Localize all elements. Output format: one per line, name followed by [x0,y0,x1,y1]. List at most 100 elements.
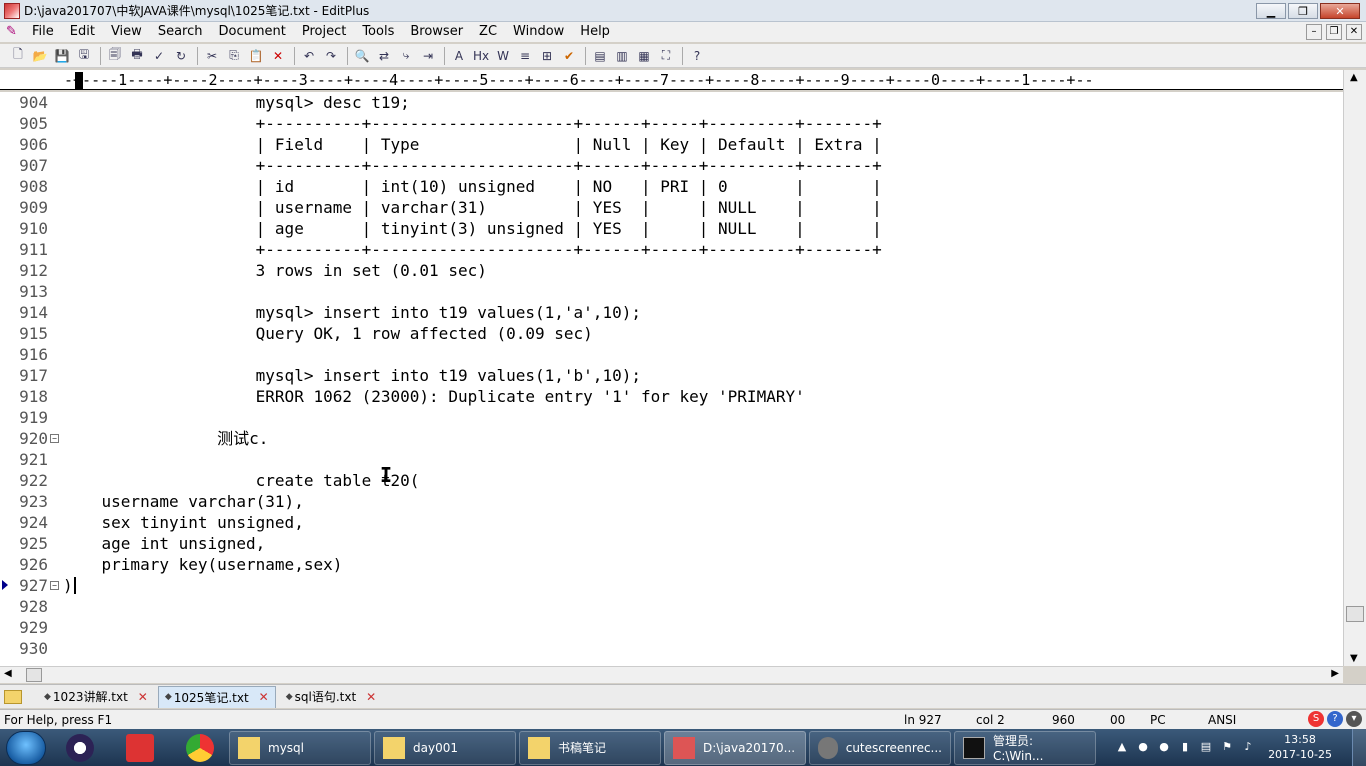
hbuilder-icon [126,733,154,762]
browser-icon[interactable]: ▤ [590,46,610,66]
status-line: ln 927 [904,713,942,727]
copy-icon[interactable]: ⎘ [224,46,244,66]
line-text: +----------+---------------------+------… [63,240,882,259]
fullscreen-icon[interactable]: ⛶ [656,46,676,66]
open-file-icon[interactable]: 📂 [30,46,50,66]
redo-icon[interactable]: ↷ [321,46,341,66]
menu-window[interactable]: Window [505,22,572,42]
menu-search[interactable]: Search [150,22,211,42]
print-preview-icon[interactable]: 🗐 [105,46,125,66]
taskbar-book-notes-folder[interactable]: 书稿笔记 [519,730,661,765]
menu-project[interactable]: Project [294,22,354,42]
tab-1023-lecture[interactable]: ◆ 1023讲解.txt ✕ [38,686,154,708]
doc-minimize-icon[interactable]: – [1306,24,1322,40]
tab-close-icon[interactable]: ✕ [366,690,376,704]
tab-sql-statements[interactable]: ◆ sql语句.txt ✕ [280,686,383,708]
undo-icon[interactable]: ↶ [299,46,319,66]
cliptext-icon[interactable]: ▥ [612,46,632,66]
tray-expand-icon[interactable]: ▲ [1114,739,1130,755]
line-text: create table t20( [63,471,420,490]
paste-icon[interactable]: 📋 [246,46,266,66]
word-wrap-icon[interactable]: W [493,46,513,66]
directory-icon[interactable]: ▦ [634,46,654,66]
toolbar: 🗋 📂 💾 🖫 🗐 🖶 ✓ ↻ ✂ ⎘ 📋 ✕ ↶ ↷ 🔍 ⇄ ⤷ ⇥ A Hx… [0,44,1366,68]
pinned-eclipse[interactable] [54,731,106,765]
ime-menu-icon[interactable]: ▾ [1346,711,1362,727]
vertical-scroll-thumb[interactable] [1346,606,1364,622]
menu-file[interactable]: File [24,22,62,42]
replace-icon[interactable]: ⇄ [374,46,394,66]
network-icon[interactable]: ▤ [1198,739,1214,755]
minimize-button[interactable]: ▁ [1256,3,1286,19]
tab-close-icon[interactable]: ✕ [259,690,269,704]
toolbar-separator [585,46,586,65]
editor-line: 924 sex tinyint unsigned, [0,512,1343,533]
find-icon[interactable]: 🔍 [352,46,372,66]
save-all-icon[interactable]: 🖫 [74,46,94,66]
scroll-left-icon[interactable]: ◀ [4,668,12,679]
scroll-up-icon[interactable]: ▲ [1350,72,1358,83]
scroll-down-icon[interactable]: ▼ [1350,653,1358,664]
new-file-icon[interactable]: 🗋 [8,46,28,66]
taskbar-clock[interactable]: 13:58 2017-10-25 [1268,732,1332,762]
editor-line: 912 3 rows in set (0.01 sec) [0,260,1343,281]
hex-icon[interactable]: Hx [471,46,491,66]
save-icon[interactable]: 💾 [52,46,72,66]
taskbar-cmd[interactable]: 管理员: C:\Win... [954,730,1096,765]
editor-line: 920− 测试c. [0,428,1343,449]
sogou-ime-icon[interactable]: S [1308,711,1324,727]
delete-icon[interactable]: ✕ [268,46,288,66]
doc-close-icon[interactable]: ✕ [1346,24,1362,40]
pinned-hbuilder[interactable] [114,731,166,765]
menu-tools[interactable]: Tools [354,22,402,42]
menu-zc[interactable]: ZC [471,22,505,42]
show-desktop-button[interactable] [1352,729,1366,766]
menu-browser[interactable]: Browser [402,22,471,42]
vertical-scrollbar[interactable]: ▲ ▼ [1343,70,1366,666]
taskbar-day001-folder[interactable]: day001 [374,730,516,765]
check-icon[interactable]: ✔ [559,46,579,66]
wechat-icon[interactable]: ● [1135,739,1151,755]
menu-help[interactable]: Help [572,22,618,42]
doc-restore-icon[interactable]: ❐ [1326,24,1342,40]
tab-1025-notes[interactable]: ◆ 1025笔记.txt ✕ [157,685,276,708]
cut-icon[interactable]: ✂ [202,46,222,66]
mouse-ibeam-cursor-icon: I [380,463,393,487]
start-button[interactable] [6,730,46,765]
close-button[interactable]: ✕ [1320,3,1360,19]
horizontal-scrollbar[interactable]: ◀ ▶ [0,666,1343,683]
tab-label: 1025笔记.txt [173,690,249,705]
pinned-chrome[interactable] [174,731,226,765]
menu-edit[interactable]: Edit [62,22,103,42]
restore-button[interactable]: ❐ [1288,3,1318,19]
taskbar-editplus[interactable]: D:\java20170... [664,730,806,765]
print-icon[interactable]: 🖶 [127,46,147,66]
volume-icon[interactable]: ♪ [1240,739,1256,755]
scroll-right-icon[interactable]: ▶ [1331,668,1339,679]
fold-collapse-icon[interactable]: − [50,581,59,590]
usb-icon[interactable]: ▮ [1177,739,1193,755]
menu-document[interactable]: Document [210,22,293,42]
fold-collapse-icon[interactable]: − [50,434,59,443]
line-number-icon[interactable]: ≡ [515,46,535,66]
qq-icon[interactable]: ● [1156,739,1172,755]
flag-icon[interactable]: ⚑ [1219,739,1235,755]
tab-close-icon[interactable]: ✕ [138,690,148,704]
indent-icon[interactable]: ⇥ [418,46,438,66]
line-text: 3 rows in set (0.01 sec) [63,261,487,280]
font-icon[interactable]: A [449,46,469,66]
taskbar-mysql-folder[interactable]: mysql [229,730,371,765]
ime-help-icon[interactable]: ? [1327,711,1343,727]
goto-icon[interactable]: ⤷ [396,46,416,66]
help-icon[interactable]: ? [687,46,707,66]
text-editor[interactable]: 904 mysql> desc t19; 905 +----------+---… [0,92,1343,666]
taskbar-cutescreenrecorder[interactable]: cutescreenrec... [809,730,951,765]
folder-icon[interactable] [4,689,22,704]
line-number: 927 [19,576,48,595]
menu-view[interactable]: View [103,22,150,42]
line-number: 930 [19,639,48,658]
spellcheck-icon[interactable]: ✓ [149,46,169,66]
refresh-icon[interactable]: ↻ [171,46,191,66]
horizontal-scroll-thumb[interactable] [26,668,42,682]
ruler-icon[interactable]: ⊞ [537,46,557,66]
